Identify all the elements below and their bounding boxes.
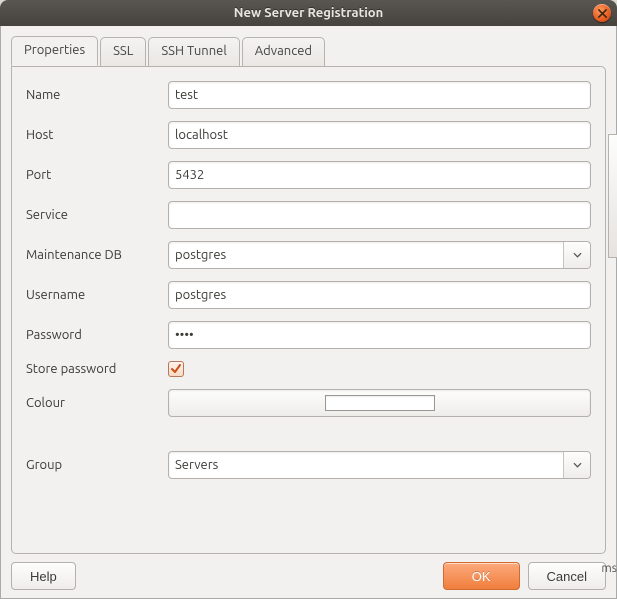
tab-advanced[interactable]: Advanced bbox=[242, 37, 325, 67]
dialog-body: Properties SSL SSH Tunnel Advanced Name … bbox=[0, 26, 617, 599]
store-password-checkbox[interactable] bbox=[168, 361, 184, 377]
spacer bbox=[26, 429, 591, 439]
chevron-down-icon bbox=[573, 462, 582, 468]
background-window-edge bbox=[608, 134, 617, 258]
colour-picker-button[interactable] bbox=[168, 389, 591, 417]
maintenance-db-combo[interactable]: postgres bbox=[168, 241, 591, 269]
colour-swatch bbox=[325, 395, 435, 411]
tab-label: Properties bbox=[24, 43, 85, 57]
background-text-fragment: ms bbox=[601, 562, 617, 575]
tab-label: Advanced bbox=[255, 44, 312, 58]
close-icon bbox=[598, 9, 607, 18]
window-close-button[interactable] bbox=[593, 4, 611, 22]
label-maintenance-db: Maintenance DB bbox=[26, 248, 156, 262]
button-label: Help bbox=[30, 569, 57, 584]
button-bar: Help OK Cancel bbox=[11, 562, 606, 590]
ok-button[interactable]: OK bbox=[443, 562, 520, 590]
label-group: Group bbox=[26, 458, 156, 472]
group-dropdown-button[interactable] bbox=[564, 452, 590, 478]
label-host: Host bbox=[26, 128, 156, 142]
username-input[interactable] bbox=[168, 281, 591, 309]
button-label: OK bbox=[472, 569, 491, 584]
service-input[interactable] bbox=[168, 201, 591, 229]
group-value: Servers bbox=[169, 452, 564, 478]
name-input[interactable] bbox=[168, 81, 591, 109]
check-icon bbox=[170, 363, 182, 375]
maintenance-db-value: postgres bbox=[169, 242, 564, 268]
form-grid: Name Host Port Service Maintenance DB po… bbox=[26, 81, 591, 479]
label-password: Password bbox=[26, 328, 156, 342]
titlebar: New Server Registration bbox=[0, 0, 617, 26]
cancel-button[interactable]: Cancel bbox=[528, 562, 606, 590]
tab-ssl[interactable]: SSL bbox=[100, 37, 146, 67]
tab-row: Properties SSL SSH Tunnel Advanced bbox=[11, 36, 606, 66]
label-username: Username bbox=[26, 288, 156, 302]
window-title: New Server Registration bbox=[234, 6, 383, 20]
tab-properties[interactable]: Properties bbox=[11, 36, 98, 66]
host-input[interactable] bbox=[168, 121, 591, 149]
button-label: Cancel bbox=[547, 569, 587, 584]
group-combo[interactable]: Servers bbox=[168, 451, 591, 479]
tabs-notebook: Properties SSL SSH Tunnel Advanced Name … bbox=[11, 36, 606, 554]
tab-label: SSH Tunnel bbox=[161, 44, 226, 58]
label-store-password: Store password bbox=[26, 362, 156, 376]
tab-label: SSL bbox=[113, 44, 133, 58]
tab-page-properties: Name Host Port Service Maintenance DB po… bbox=[11, 66, 606, 554]
tab-ssh-tunnel[interactable]: SSH Tunnel bbox=[148, 37, 239, 67]
chevron-down-icon bbox=[573, 252, 582, 258]
label-colour: Colour bbox=[26, 396, 156, 410]
label-name: Name bbox=[26, 88, 156, 102]
label-port: Port bbox=[26, 168, 156, 182]
label-service: Service bbox=[26, 208, 156, 222]
help-button[interactable]: Help bbox=[11, 562, 76, 590]
maintenance-db-dropdown-button[interactable] bbox=[564, 242, 590, 268]
port-input[interactable] bbox=[168, 161, 591, 189]
password-input[interactable] bbox=[168, 321, 591, 349]
